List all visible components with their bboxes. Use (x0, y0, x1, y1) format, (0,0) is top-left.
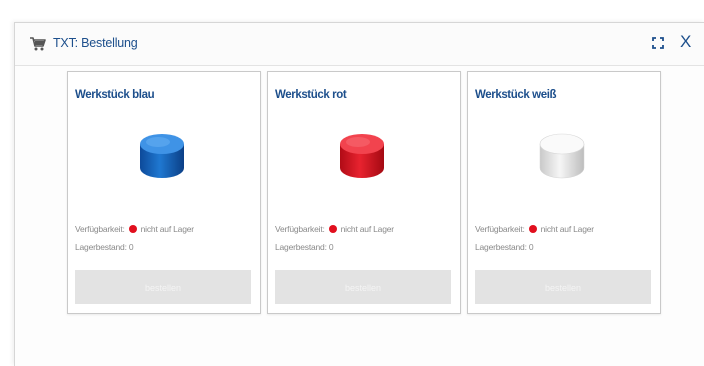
red-workpiece-image (340, 134, 384, 178)
stock-row: Lagerbestand: 0 (475, 242, 534, 252)
order-button[interactable]: bestellen (475, 270, 651, 304)
availability-status: nicht auf Lager (340, 224, 394, 234)
stock-label: Lagerbestand: (75, 242, 127, 252)
status-dot (328, 225, 337, 233)
close-icon[interactable]: X (680, 31, 691, 53)
window-titlebar: TXT: Bestellung X (15, 23, 704, 66)
stock-value: 0 (528, 242, 534, 252)
availability-label: Verfügbarkeit: (475, 224, 525, 234)
white-workpiece-image (539, 133, 585, 179)
stock-value: 0 (128, 242, 134, 252)
product-title: Werkstück rot (275, 89, 347, 101)
availability-status: nicht auf Lager (140, 224, 194, 234)
status-dot (128, 225, 137, 233)
product-list: Werkstück blau Verfügbarkeit: nicht auf L… (15, 66, 704, 366)
availability-label: Verfügbarkeit: (75, 224, 125, 234)
maximize-icon[interactable] (652, 37, 664, 49)
stock-label: Lagerbestand: (475, 242, 527, 252)
status-dot (528, 225, 537, 233)
order-window: TXT: Bestellung X Werkstück blau Verfügb… (14, 22, 704, 366)
product-title: Werkstück blau (75, 89, 155, 101)
blue-workpiece-image (140, 134, 184, 178)
stock-value: 0 (328, 242, 334, 252)
availability-label: Verfügbarkeit: (275, 224, 325, 234)
window-title: TXT: Bestellung (53, 36, 138, 50)
product-card: Werkstück blau Verfügbarkeit: nicht auf L… (67, 71, 261, 314)
availability-status: nicht auf Lager (540, 224, 594, 234)
order-button[interactable]: bestellen (75, 270, 251, 304)
product-card: Werkstück rot Verfügbarkeit: nicht auf La… (267, 71, 461, 314)
stock-label: Lagerbestand: (275, 242, 327, 252)
stock-row: Lagerbestand: 0 (75, 242, 134, 252)
shopping-cart-icon (30, 37, 46, 51)
product-card: Werkstück weiß Verfügbarkeit: nicht auf L… (467, 71, 661, 314)
availability-row: Verfügbarkeit: nicht auf Lager (475, 224, 594, 234)
stock-row: Lagerbestand: 0 (275, 242, 334, 252)
product-title: Werkstück weiß (475, 89, 557, 101)
availability-row: Verfügbarkeit: nicht auf Lager (275, 224, 394, 234)
order-button[interactable]: bestellen (275, 270, 451, 304)
availability-row: Verfügbarkeit: nicht auf Lager (75, 224, 194, 234)
